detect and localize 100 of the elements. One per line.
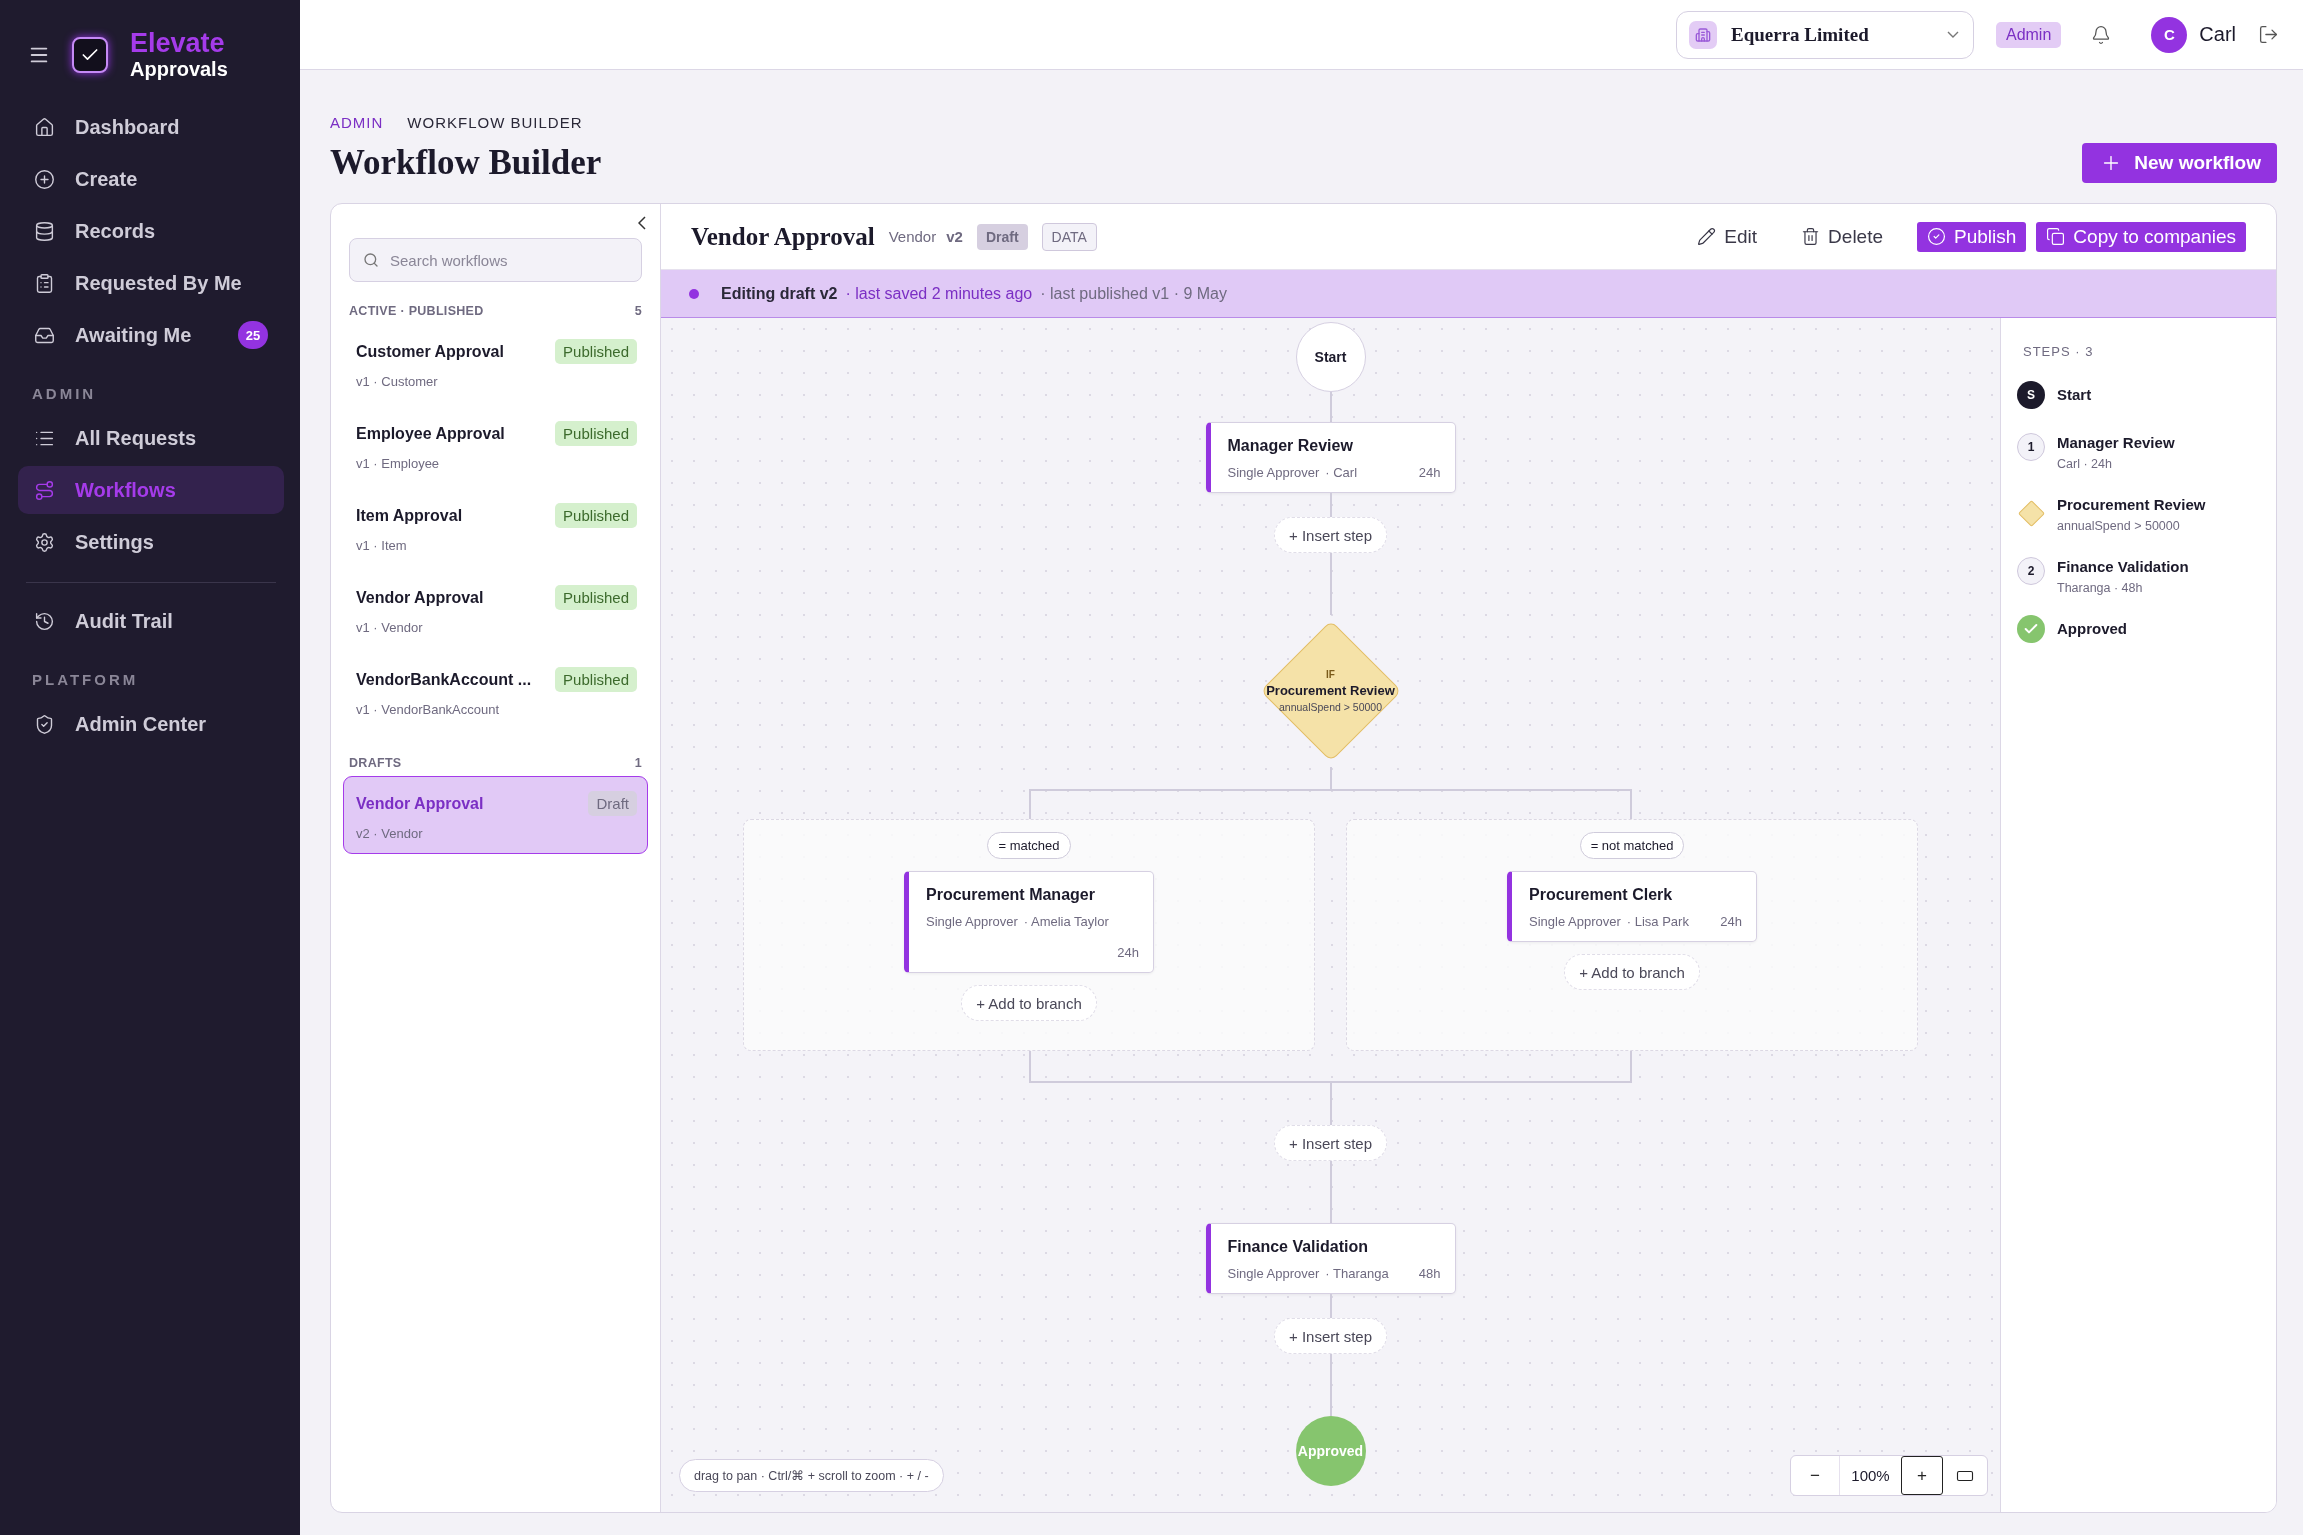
- workflow-meta: v1 · Item: [356, 538, 408, 553]
- step-title: Procurement Manager: [926, 886, 1096, 904]
- nav-item[interactable]: Settings: [18, 518, 284, 566]
- condition-title: Procurement Review: [1266, 683, 1395, 698]
- workflow-meta: v2 · Vendor: [356, 826, 424, 841]
- nav-item[interactable]: Admin Center: [18, 700, 284, 748]
- condition-rule: annualSpend > 50000: [1278, 701, 1383, 713]
- steps-item[interactable]: Procurement Review annualSpend > 50000: [2017, 491, 2260, 533]
- action-button[interactable]: Publish: [1917, 221, 2027, 252]
- start-node[interactable]: Start: [1295, 322, 1366, 392]
- insert-step-button[interactable]: + Insert step: [1274, 517, 1387, 553]
- workflow-name: Employee Approval: [356, 424, 505, 443]
- step-card[interactable]: Procurement Manager Single Approver · Amelia Taylor 24h: [904, 871, 1154, 973]
- section-heading: ACTIVE · PUBLISHED: [349, 304, 484, 318]
- workflow-item[interactable]: Vendor Approval Published v1 · Vendor: [343, 570, 648, 648]
- database-icon: [34, 220, 55, 242]
- canvas-hint: drag to pan · Ctrl/⌘ + scroll to zoom · + / -: [679, 1459, 944, 1492]
- workflow-meta: v1 · Vendor: [356, 620, 424, 635]
- user-avatar[interactable]: C: [2151, 16, 2188, 53]
- step-type: Single Approver: [1529, 914, 1621, 929]
- nav-item[interactable]: All Requests: [18, 414, 284, 462]
- brand-name: Elevate: [130, 30, 226, 57]
- step-number: S: [2017, 381, 2045, 409]
- add-to-branch-button[interactable]: + Add to branch: [961, 985, 1097, 1021]
- action-button[interactable]: Delete: [1791, 221, 1893, 252]
- insert-step-button[interactable]: + Insert step: [1274, 1125, 1387, 1161]
- status-badge: Published: [555, 503, 637, 528]
- notification-icon[interactable]: [2091, 24, 2112, 45]
- zoom-in-button[interactable]: +: [1901, 1456, 1943, 1495]
- workflow-name: VendorBankAccount ...: [356, 670, 532, 689]
- company-selector[interactable]: Equerra Limited: [1675, 10, 1974, 59]
- nav-item[interactable]: Audit Trail: [18, 597, 284, 645]
- status-badge: Published: [555, 585, 637, 610]
- steps-item[interactable]: 2 Finance Validation Tharanga · 48h: [2017, 553, 2260, 595]
- status-badge: Published: [555, 339, 637, 364]
- workflow-name: Vendor Approval: [356, 794, 484, 813]
- zoom-level: 100%: [1839, 1456, 1901, 1495]
- new-workflow-button[interactable]: New workflow: [2082, 143, 2277, 183]
- insert-step-button[interactable]: + Insert step: [1274, 1318, 1387, 1354]
- workflow-meta: v1 · Customer: [356, 374, 439, 389]
- workflow-item[interactable]: VendorBankAccount ... Published v1 · VendorBankAccount: [343, 652, 648, 730]
- section-count: 5: [634, 304, 642, 318]
- route-icon: [34, 479, 55, 501]
- step-title: Finance Validation: [1227, 1238, 1369, 1256]
- action-button[interactable]: Edit: [1687, 221, 1768, 252]
- steps-item[interactable]: 1 Manager Review Carl · 24h: [2017, 429, 2260, 471]
- step-type: Single Approver: [1227, 465, 1320, 480]
- step-approver: · Amelia Taylor: [1023, 914, 1109, 929]
- logo-icon: [72, 36, 108, 73]
- step-card[interactable]: Procurement Clerk Single Approver · Lisa Park 24h: [1507, 871, 1757, 942]
- nav-item[interactable]: Dashboard: [18, 103, 284, 151]
- banner-status: Editing draft v2: [721, 284, 838, 303]
- steps-item[interactable]: Approved: [2017, 615, 2260, 643]
- nav-item[interactable]: Requested By Me: [18, 259, 284, 307]
- nav-section-heading: PLATFORM: [31, 670, 140, 690]
- workflow-item[interactable]: Vendor Approval Draft v2 · Vendor: [343, 776, 648, 854]
- add-to-branch-button[interactable]: + Add to branch: [1564, 954, 1700, 990]
- step-sla: 24h: [1417, 465, 1441, 480]
- status-badge: Published: [555, 421, 637, 446]
- nav-item[interactable]: Records: [18, 207, 284, 255]
- workflow-meta: v1 · Employee: [356, 456, 441, 471]
- nav-item[interactable]: Awaiting Me 25: [18, 311, 284, 359]
- step-sla: 48h: [1417, 1266, 1441, 1281]
- step-card[interactable]: Manager Review Single Approver · Carl 24h: [1205, 422, 1456, 493]
- nav-item[interactable]: Create: [18, 155, 284, 203]
- step-name: Start: [2057, 386, 2092, 403]
- step-detail: Tharanga · 48h: [2057, 581, 2144, 595]
- workflow-entity: Vendor: [888, 228, 937, 245]
- step-sla: 24h: [1719, 914, 1742, 929]
- status-tag: DATA: [1041, 222, 1097, 251]
- workflow-name: Item Approval: [356, 506, 463, 525]
- step-number: 2: [2017, 557, 2045, 585]
- breadcrumb-item: WORKFLOW BUILDER: [407, 114, 583, 131]
- history-icon: [34, 610, 55, 632]
- workflow-item[interactable]: Customer Approval Published v1 · Customer: [343, 324, 648, 402]
- steps-item[interactable]: S Start: [2017, 381, 2260, 409]
- plus-circle-icon: [34, 168, 55, 190]
- workflow-item[interactable]: Item Approval Published v1 · Item: [343, 488, 648, 566]
- nav-section-heading: ADMIN: [31, 384, 98, 404]
- check-icon: [2017, 615, 2045, 643]
- breadcrumb-item[interactable]: ADMIN: [330, 114, 384, 131]
- step-sla: 24h: [1116, 945, 1139, 960]
- count-badge: 25: [238, 321, 268, 349]
- step-name: Finance Validation: [2057, 558, 2189, 575]
- zoom-out-button[interactable]: −: [1791, 1456, 1839, 1495]
- status-dot: [689, 288, 699, 299]
- step-card[interactable]: Finance Validation Single Approver · Tharanga 48h: [1205, 1223, 1456, 1294]
- status-tag: Draft: [976, 223, 1028, 250]
- step-title: Procurement Clerk: [1529, 886, 1674, 904]
- section-count: 1: [634, 756, 642, 770]
- pencil-icon: [1697, 227, 1717, 246]
- action-button[interactable]: Copy to companies: [2036, 221, 2246, 252]
- workflow-item[interactable]: Employee Approval Published v1 · Employee: [343, 406, 648, 484]
- step-name: Approved: [2057, 620, 2127, 637]
- logout-icon[interactable]: [2258, 24, 2279, 45]
- copy-icon: [2046, 227, 2066, 246]
- section-heading: DRAFTS: [349, 756, 402, 770]
- search-field[interactable]: Search workflows: [349, 238, 642, 282]
- collapse-icon[interactable]: [638, 216, 646, 230]
- step-detail: Carl · 24h: [2057, 457, 2113, 471]
